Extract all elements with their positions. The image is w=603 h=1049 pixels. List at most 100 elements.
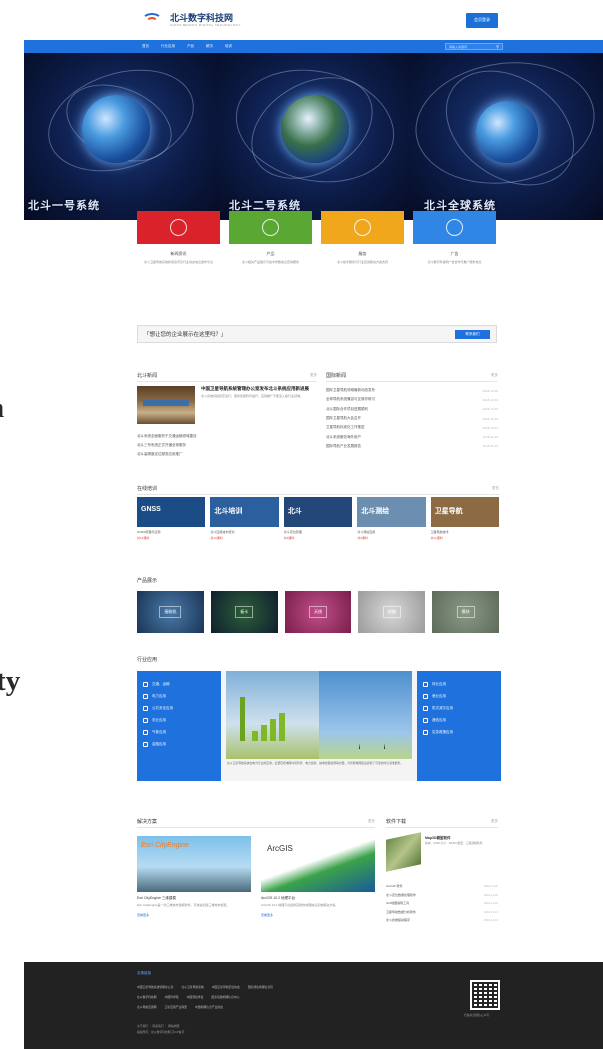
list-item[interactable]: 卫星导航标准化工作推进 2018-12-01	[326, 423, 498, 432]
feature-card-service[interactable]: 服务 北斗技术服务与行业应用解决方案支持	[321, 211, 404, 264]
feature-card-products[interactable]: 产品 北斗相关产品展示与技术参数信息查询服务	[229, 211, 312, 264]
list-item[interactable]: 北斗终端驱动程序 2018-11-12	[386, 916, 498, 925]
app-menu-item[interactable]: 应急救援应用	[423, 726, 495, 738]
footer-link[interactable]: 北斗数字科技网	[137, 995, 157, 999]
app-menu-item[interactable]: 金融应用	[143, 738, 215, 750]
footer-link[interactable]: 国家测绘地理信息局	[248, 985, 273, 989]
power-tower-image	[359, 689, 385, 749]
footer-link[interactable]: 中国地理信息产业协会	[195, 1005, 223, 1009]
course-thumbnail: 北斗	[283, 497, 353, 527]
globe-image	[82, 95, 150, 163]
list-item[interactable]: 北斗定位数据处理软件 2018-11-18	[386, 891, 498, 900]
app-photo[interactable]	[226, 671, 412, 759]
nav-item-solutions[interactable]: 解决	[206, 44, 213, 49]
app-menu-item[interactable]: 气象应用	[143, 726, 215, 738]
more-link[interactable]: 更多	[491, 819, 498, 824]
solution-card[interactable]: ArcGIS ArcGIS 10.2 地理平台 ArcGIS 10.2 地理平台…	[261, 836, 375, 917]
search-input[interactable]: 请输入关键词 ⚲	[445, 43, 503, 50]
footer-link[interactable]: 中国卫星导航系统管理办公室	[137, 985, 173, 989]
more-link[interactable]: 更多	[310, 373, 317, 378]
courses-section-header: 在线培训 更多	[137, 485, 499, 495]
footer-link[interactable]: 卫星应用产业联盟	[165, 1005, 187, 1009]
list-item[interactable]: 国际卫星导航大会召开 2018-12-02	[326, 414, 498, 423]
more-link[interactable]: 更多	[492, 486, 499, 491]
copyright: 版权所有：北斗数字科技网 京ICP备号	[137, 1030, 185, 1034]
logo-icon	[142, 11, 164, 29]
card-desc: 北斗技术服务与行业应用解决方案支持	[336, 260, 388, 264]
course-title: GNSS原理与应用	[137, 530, 161, 534]
list-item[interactable]: 国际导航产业发展报告 2018-11-29	[326, 442, 498, 451]
product-item[interactable]: 天线	[284, 591, 352, 633]
list-item[interactable]: GIS地图编辑工具 2018-11-16	[386, 899, 498, 908]
banner-panel-3[interactable]: 北斗全球系统	[410, 53, 603, 220]
course-card[interactable]: 北斗 北斗定位原理 共8课时	[283, 497, 353, 540]
product-item[interactable]: 接收机	[137, 591, 204, 633]
list-item[interactable]: 卫星导航数据分析软件 2018-11-14	[386, 908, 498, 917]
list-item[interactable]: 国际卫星导航领域最新动态发布 2018-12-05	[326, 386, 498, 395]
view-more-link[interactable]: 查看更多	[137, 913, 251, 917]
search-icon[interactable]: ⚲	[496, 44, 499, 49]
nav-item-apps[interactable]: 行业应用	[161, 44, 175, 49]
alert-icon	[423, 705, 428, 711]
list-item[interactable]: 北斗系统服务海外用户 2018-11-30	[326, 432, 498, 441]
app-menu-item[interactable]: 渔业应用	[423, 690, 495, 702]
feature-card-news[interactable]: 新闻资讯 北斗卫星导航系统新闻资讯及行业动态信息发布平台	[137, 211, 220, 264]
product-item[interactable]: 模块	[432, 591, 499, 633]
card-banner	[321, 211, 404, 244]
course-title: 北斗定位原理	[283, 530, 302, 534]
search-placeholder: 请输入关键词	[449, 44, 468, 49]
leaf-icon	[143, 717, 148, 723]
list-item[interactable]: 北斗国际合作项目进展顺利 2018-12-03	[326, 405, 498, 414]
app-menu-item[interactable]: 通信应用	[423, 714, 495, 726]
course-thumbnail: GNSS	[137, 497, 206, 527]
download-feature-desc: 版本：2018 大小：28.6M 类型：三维建模软件	[425, 841, 483, 845]
product-item[interactable]: 板卡	[210, 591, 278, 633]
footer-link[interactable]: 国家基础地理信息中心	[211, 995, 239, 999]
course-card[interactable]: 北斗培训 北斗应用技术培训 共10课时	[210, 497, 279, 540]
course-card[interactable]: GNSS GNSS原理与应用 共12课时	[137, 497, 206, 540]
footer-link[interactable]: 北斗卫星导航系统	[181, 985, 203, 989]
footer-link[interactable]: 中国卫星导航定位协会	[212, 985, 240, 989]
more-link[interactable]: 更多	[368, 819, 375, 824]
course-card[interactable]: 北斗测绘 北斗测绘应用 共9课时	[357, 497, 426, 540]
footer-link[interactable]: 中国科学院	[165, 995, 179, 999]
login-button[interactable]: 会员登录	[466, 12, 498, 28]
app-menu-item[interactable]: 交通、运输	[143, 678, 215, 690]
list-item[interactable]: 北斗三号系统正式开通全球服务	[137, 441, 317, 450]
nav-item-products[interactable]: 产品	[187, 44, 194, 49]
section-title: 产品展示	[137, 578, 158, 584]
news-feature[interactable]: 中国卫星导航系统管理办公室发布北斗系统应用新进展 北斗系统持续稳定运行，服务性能…	[137, 386, 317, 424]
app-menu-item[interactable]: 林业应用	[423, 678, 495, 690]
nav-item-home[interactable]: 首页	[142, 44, 149, 49]
banner-panel-1[interactable]: 北斗一号系统	[24, 53, 217, 220]
qr-caption: 扫描关注微信公众号	[464, 1013, 490, 1017]
list-item[interactable]: ArcGIS 软件 2018-11-20	[386, 882, 498, 891]
news-feature-title[interactable]: 中国卫星导航系统管理办公室发布北斗系统应用新进展	[201, 386, 317, 392]
footer-link[interactable]: 中国测绘学会	[187, 995, 204, 999]
solution-card[interactable]: Esri CityEngine Esri CityEngine 三维建模 Esr…	[137, 836, 251, 917]
site-logo[interactable]: 北斗数字科技网 CHINA BEIDOU DIGITAL TECHNOLOGY	[142, 11, 241, 29]
globe-image	[476, 101, 538, 163]
list-item[interactable]: 北斗高精度定位服务应用推广	[137, 450, 317, 459]
app-menu-item[interactable]: 电力应用	[143, 690, 215, 702]
more-link[interactable]: 更多	[491, 373, 498, 378]
course-meta: 共8课时	[283, 536, 295, 540]
contact-button[interactable]: 联系我们	[455, 329, 490, 339]
card-title: 服务	[358, 251, 367, 256]
news-thumbnail	[137, 386, 195, 424]
app-menu-item[interactable]: 农业应用	[143, 714, 215, 726]
side-fragment-1: n	[0, 392, 4, 425]
nav-item-training[interactable]: 培训	[225, 44, 232, 49]
footer-link[interactable]: 北斗导航应用网	[137, 1005, 157, 1009]
feature-card-ads[interactable]: 广告 北斗数字科技网广告合作与推广服务信息	[413, 211, 496, 264]
list-item[interactable]: 全球导航系统兼容与互操作研讨 2018-12-04	[326, 395, 498, 404]
product-item[interactable]: 终端	[358, 591, 426, 633]
footer: 友情链接 中国卫星导航系统管理办公室 北斗卫星导航系统 中国卫星导航定位协会 国…	[24, 962, 603, 1049]
app-menu-item[interactable]: 防灾减灾应用	[423, 702, 495, 714]
banner-panel-2[interactable]: 北斗二号系统	[217, 53, 410, 220]
app-menu-item[interactable]: 公共安全应用	[143, 702, 215, 714]
list-item[interactable]: 北斗系统全面服务于交通运输领域建设	[137, 432, 317, 441]
view-more-link[interactable]: 查看更多	[261, 913, 375, 917]
course-card[interactable]: 卫星导航 卫星导航技术 共11课时	[430, 497, 500, 540]
download-feature[interactable]: Map3D模型软件 版本：2018 大小：28.6M 类型：三维建模软件	[386, 832, 498, 872]
